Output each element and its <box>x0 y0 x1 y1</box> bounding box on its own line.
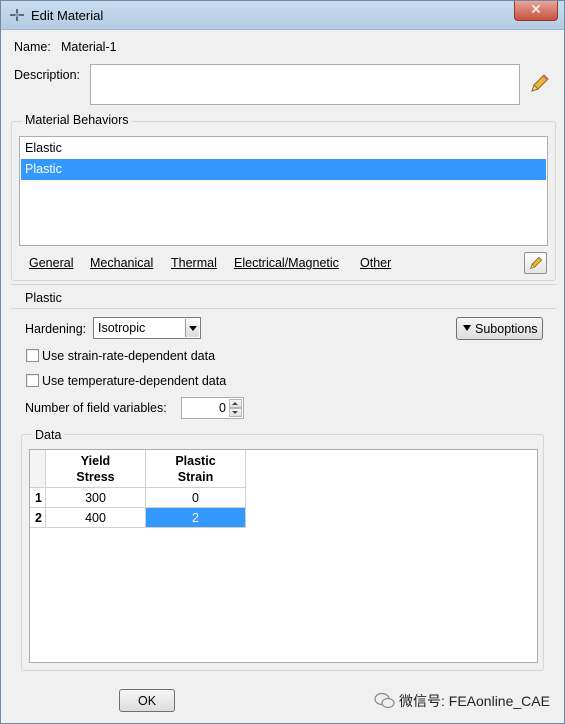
suboptions-button[interactable]: Suboptions <box>456 317 543 340</box>
plastic-section-title: Plastic <box>25 291 62 305</box>
menu-other[interactable]: Other <box>360 256 391 270</box>
strain-rate-label: Use strain-rate-dependent data <box>42 349 216 363</box>
hardening-value: Isotropic <box>98 321 146 335</box>
pencil-icon <box>530 256 543 269</box>
name-value: Material-1 <box>61 40 117 54</box>
dropdown-arrow-icon <box>463 325 471 331</box>
close-icon: ✕ <box>530 2 542 18</box>
app-icon <box>10 9 24 21</box>
description-field[interactable] <box>90 64 520 105</box>
ok-label: OK <box>137 694 157 708</box>
close-button[interactable]: ✕ <box>514 1 558 21</box>
column-header-yield-stress[interactable]: Yield Stress <box>46 450 146 488</box>
temperature-checkbox[interactable] <box>26 374 39 387</box>
cell-yield-stress-1[interactable]: 300 <box>46 488 146 508</box>
description-label: Description: <box>14 68 80 82</box>
data-table[interactable]: Yield Stress Plastic Strain 1 300 0 2 40… <box>29 449 538 663</box>
name-label: Name: <box>14 40 51 54</box>
field-variables-label: Number of field variables: <box>25 401 167 415</box>
cell-yield-stress-2[interactable]: 400 <box>46 508 146 528</box>
separator <box>11 308 556 309</box>
separator <box>11 284 556 285</box>
suboptions-label: Suboptions <box>475 322 538 336</box>
behavior-item-elastic[interactable]: Elastic <box>21 138 546 159</box>
strain-header-line1: Plastic <box>175 454 216 468</box>
table-corner <box>30 450 46 488</box>
row-header-2[interactable]: 2 <box>30 508 46 528</box>
data-group-title: Data <box>32 428 65 442</box>
strain-rate-checkbox[interactable] <box>26 349 39 362</box>
menu-electrical-magnetic[interactable]: Electrical/Magnetic <box>234 256 339 270</box>
dropdown-arrow-icon <box>185 319 199 337</box>
field-variables-spinner[interactable]: 0 <box>181 397 244 419</box>
yield-header-line2: Stress <box>76 470 115 484</box>
yield-header-line1: Yield <box>80 454 111 468</box>
watermark-text: 微信号: FEAonline_CAE <box>399 693 550 709</box>
spin-up-icon[interactable] <box>229 399 242 408</box>
spin-down-icon[interactable] <box>229 408 242 417</box>
row-header-1[interactable]: 1 <box>30 488 46 508</box>
cell-plastic-strain-1[interactable]: 0 <box>146 488 246 508</box>
menu-mechanical[interactable]: Mechanical <box>90 256 153 270</box>
behavior-item-plastic[interactable]: Plastic <box>21 159 546 180</box>
edit-behavior-button[interactable] <box>524 252 547 274</box>
cell-plastic-strain-2[interactable]: 2 <box>146 508 246 528</box>
temperature-label: Use temperature-dependent data <box>42 374 227 388</box>
hardening-label: Hardening: <box>25 322 87 336</box>
menu-thermal[interactable]: Thermal <box>171 256 217 270</box>
wechat-icon <box>374 692 395 709</box>
behaviors-list[interactable]: Elastic Plastic <box>19 136 548 246</box>
window-title: Edit Material <box>31 8 104 23</box>
behavior-menubar: General Mechanical Thermal Electrical/Ma… <box>19 251 516 276</box>
column-header-plastic-strain[interactable]: Plastic Strain <box>146 450 246 488</box>
ok-button[interactable]: OK <box>119 689 175 712</box>
material-behaviors-title: Material Behaviors <box>22 113 132 127</box>
title-bar[interactable]: Edit Material ✕ <box>1 1 564 30</box>
field-variables-value: 0 <box>219 401 226 415</box>
pencil-icon[interactable] <box>528 73 550 95</box>
strain-header-line2: Strain <box>177 470 214 484</box>
edit-material-dialog: Edit Material ✕ Name: Material-1 Descrip… <box>0 0 565 724</box>
hardening-select[interactable]: Isotropic <box>93 317 201 339</box>
menu-general[interactable]: General <box>29 256 73 270</box>
